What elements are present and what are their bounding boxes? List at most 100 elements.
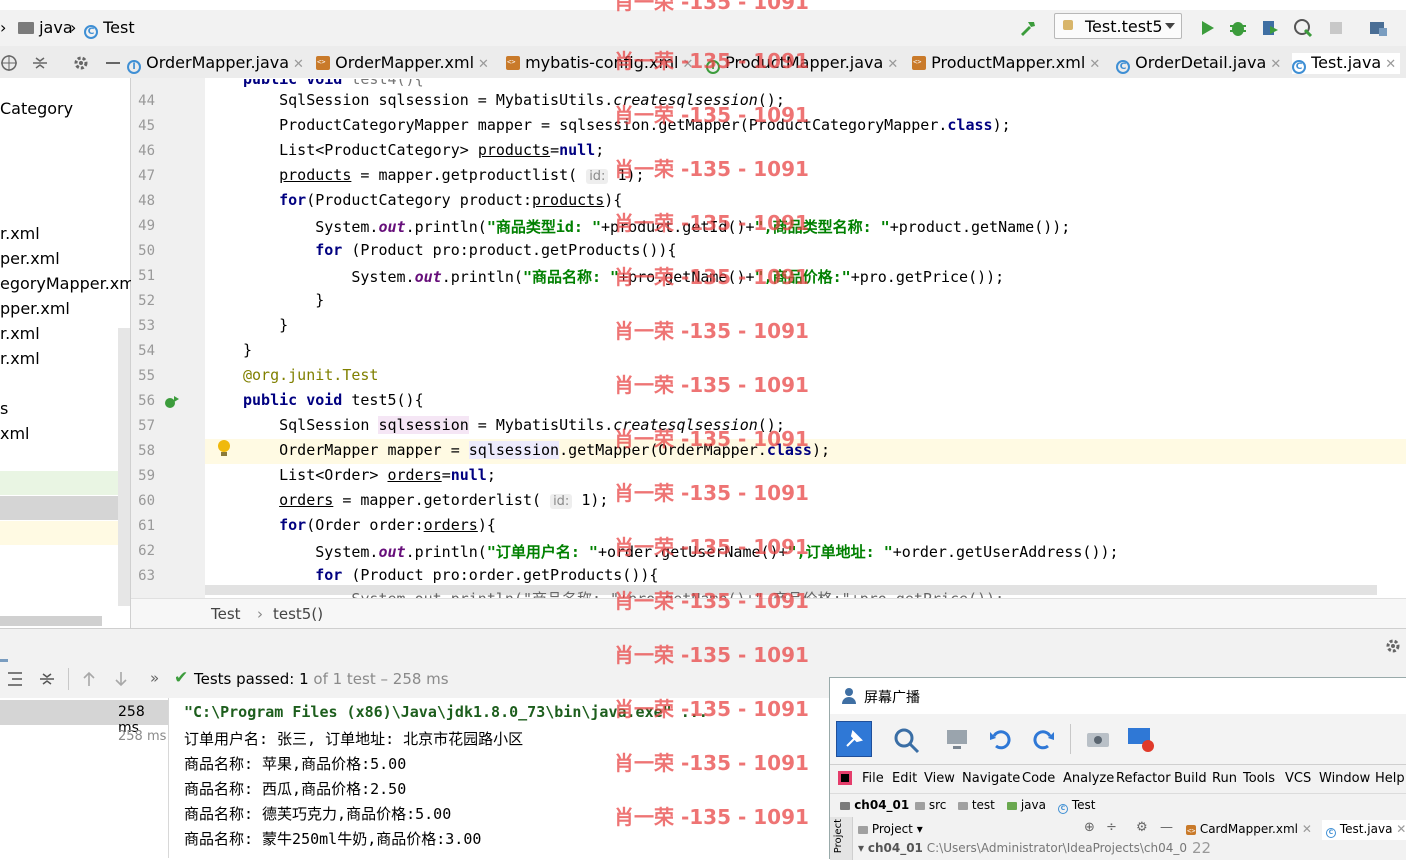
breadcrumb-project[interactable]: ch04_01 xyxy=(840,798,909,812)
tab-ordermapper-xml[interactable]: OrderMapper.xml✕ xyxy=(316,53,489,72)
tab-orderdetail-java[interactable]: C OrderDetail.java ✕ xyxy=(1116,53,1281,74)
tree-item[interactable]: r.xml xyxy=(0,349,40,368)
target-icon[interactable]: ⊕ xyxy=(1084,820,1095,835)
close-icon[interactable]: ✕ xyxy=(293,57,304,72)
code-line[interactable]: for(Order order:orders){ xyxy=(243,516,496,534)
menu-run[interactable]: Run xyxy=(1212,771,1237,786)
arrow-up-icon[interactable] xyxy=(80,670,98,688)
expand-all-icon[interactable] xyxy=(6,670,24,688)
redo-icon[interactable] xyxy=(1030,726,1056,752)
code-line[interactable]: public void test5(){ xyxy=(243,391,424,409)
code-line[interactable]: List<Order> orders=null; xyxy=(243,466,496,484)
minimize-icon[interactable]: — xyxy=(1160,820,1173,835)
coverage-icon[interactable] xyxy=(1260,18,1280,38)
horizontal-scrollbar[interactable] xyxy=(0,616,102,626)
tab-productmapper-xml[interactable]: ProductMapper.xml✕ xyxy=(912,53,1100,72)
code-line[interactable]: List<ProductCategory> products=null; xyxy=(243,141,604,159)
code-line[interactable]: @org.junit.Test xyxy=(243,366,378,384)
menu-build[interactable]: Build xyxy=(1174,771,1207,786)
breadcrumb-class[interactable]: C Test xyxy=(1058,798,1095,814)
tree-item[interactable]: r.xml xyxy=(0,224,40,243)
monitor-icon[interactable] xyxy=(944,726,970,752)
menu-vcs[interactable]: VCS xyxy=(1285,771,1311,786)
close-icon[interactable]: ✕ xyxy=(887,57,898,72)
zoom-icon[interactable] xyxy=(892,726,922,754)
undo-icon[interactable] xyxy=(988,726,1014,752)
run-configuration-select[interactable]: Test.test5 xyxy=(1054,13,1182,39)
camera-icon[interactable] xyxy=(1084,726,1112,752)
breadcrumb-test[interactable]: test xyxy=(958,798,995,812)
menu-window[interactable]: Window xyxy=(1319,771,1370,786)
tree-item[interactable]: xml xyxy=(0,424,30,443)
collapse-all-icon[interactable] xyxy=(38,670,56,688)
target-icon[interactable] xyxy=(0,54,18,72)
breadcrumb-src[interactable]: src xyxy=(915,798,946,812)
build-hammer-icon[interactable] xyxy=(1018,18,1038,38)
menu-analyze[interactable]: Analyze xyxy=(1063,771,1114,786)
screen-broadcast-window[interactable]: 屏幕广播 File Edit View Navigate Code Analyz… xyxy=(829,677,1406,860)
tree-row-highlight[interactable] xyxy=(0,471,130,495)
nested-tab-test-java[interactable]: C Test.java ✕ xyxy=(1322,820,1406,840)
code-line[interactable]: for (Product pro:order.getProducts()){ xyxy=(243,566,658,584)
gear-icon[interactable]: ⚙ xyxy=(1136,820,1148,835)
menu-file[interactable]: File xyxy=(862,771,884,786)
breadcrumb-java[interactable]: java xyxy=(18,18,73,37)
project-structure-icon[interactable] xyxy=(1368,18,1388,38)
tree-item[interactable]: egoryMapper.xml xyxy=(0,274,139,293)
tree-root[interactable]: ▾ ch04_01 C:\Users\Administrator\IdeaPro… xyxy=(858,841,1195,855)
debug-bug-icon[interactable] xyxy=(1228,18,1248,38)
folder-icon xyxy=(18,22,34,34)
menu-tools[interactable]: Tools xyxy=(1243,771,1275,786)
code-line[interactable]: products = mapper.getproductlist( id: 1)… xyxy=(243,166,645,184)
tree-item[interactable]: s xyxy=(0,399,8,418)
lightbulb-icon[interactable] xyxy=(216,439,232,459)
run-icon[interactable] xyxy=(1197,18,1217,38)
code-line[interactable]: } xyxy=(243,316,288,334)
side-label[interactable]: Project xyxy=(833,819,844,853)
run-test-gutter-icon[interactable] xyxy=(164,394,180,410)
menu-view[interactable]: View xyxy=(924,771,955,786)
menu-navigate[interactable]: Navigate xyxy=(962,771,1020,786)
code-line[interactable]: orders = mapper.getorderlist( id: 1); xyxy=(243,491,608,509)
tree-item[interactable]: per.xml xyxy=(0,249,60,268)
breadcrumb-test[interactable]: C Test xyxy=(84,18,135,39)
minimize-icon[interactable] xyxy=(106,62,120,64)
pin-button[interactable] xyxy=(836,721,872,757)
code-line[interactable]: } xyxy=(243,341,252,359)
menu-edit[interactable]: Edit xyxy=(892,771,917,786)
close-icon[interactable]: ✕ xyxy=(1089,57,1100,72)
collapse-all-icon[interactable] xyxy=(31,54,49,72)
close-icon[interactable]: ✕ xyxy=(1270,57,1281,72)
breadcrumb-java[interactable]: java xyxy=(1007,798,1046,812)
more-chevron-icon[interactable]: » xyxy=(150,669,159,687)
close-icon[interactable]: ✕ xyxy=(1302,822,1312,836)
collapse-all-icon[interactable]: ÷ xyxy=(1106,820,1117,835)
breadcrumb-class[interactable]: Test xyxy=(211,605,241,623)
close-icon[interactable]: ✕ xyxy=(1385,57,1396,72)
close-icon[interactable]: ✕ xyxy=(1396,822,1406,836)
gear-icon[interactable] xyxy=(72,54,90,72)
menu-help[interactable]: Help xyxy=(1375,771,1405,786)
stop-icon[interactable] xyxy=(1326,18,1346,38)
gear-icon[interactable] xyxy=(1384,637,1402,655)
project-selector[interactable]: Project ▾ xyxy=(858,822,923,836)
tree-row-highlight[interactable] xyxy=(0,521,130,545)
arrow-down-icon[interactable] xyxy=(112,670,130,688)
tree-item[interactable]: pper.xml xyxy=(0,299,70,318)
breadcrumb-method[interactable]: test5() xyxy=(273,605,323,623)
nested-tab-cardmapper[interactable]: CardMapper.xml ✕ xyxy=(1186,822,1312,836)
tree-row-selected[interactable] xyxy=(0,496,130,520)
tab-ordermapper-java[interactable]: I OrderMapper.java ✕ xyxy=(127,53,304,74)
screen-record-icon[interactable] xyxy=(1126,724,1156,754)
tree-item[interactable]: r.xml xyxy=(0,324,40,343)
scrollbar[interactable] xyxy=(118,328,130,606)
code-line[interactable]: for(ProductCategory product:products){ xyxy=(243,191,622,209)
tab-test-java[interactable]: C Test.java ✕ xyxy=(1292,53,1401,74)
code-line[interactable]: for (Product pro:product.getProducts()){ xyxy=(243,241,676,259)
tree-item[interactable]: Category xyxy=(0,99,73,118)
code-line[interactable]: } xyxy=(243,291,324,309)
menu-refactor[interactable]: Refactor xyxy=(1116,771,1171,786)
profile-icon[interactable] xyxy=(1293,18,1313,38)
close-icon[interactable]: ✕ xyxy=(478,57,489,72)
menu-code[interactable]: Code xyxy=(1022,771,1055,786)
